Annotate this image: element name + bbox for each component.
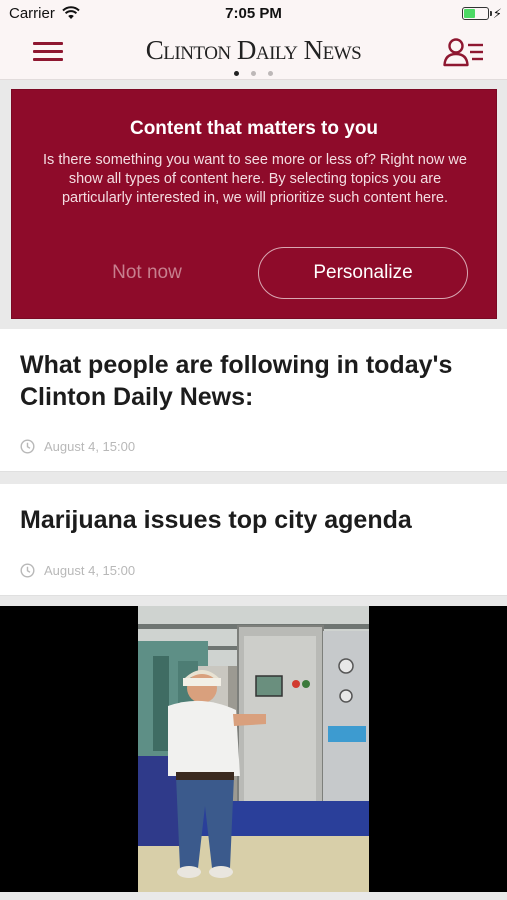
- prompt-title: Content that matters to you: [129, 118, 379, 139]
- clock-time: 7:05 PM: [225, 5, 282, 22]
- article-title: What people are following in today's Cli…: [20, 351, 453, 411]
- page-dot-active: [234, 71, 239, 76]
- article-photo: [138, 606, 369, 892]
- timestamp-text: August 4, 15:00: [44, 439, 136, 454]
- clock-icon: [20, 439, 35, 454]
- personalization-prompt: Content that matters to you Is there som…: [11, 89, 497, 319]
- page-dot: [251, 71, 256, 76]
- profile-list-icon[interactable]: [443, 37, 485, 67]
- battery-cap: [490, 11, 492, 16]
- article-timestamp: August 4, 15:00: [20, 563, 135, 578]
- clock-icon: [20, 563, 35, 578]
- status-bar: Carrier 7:05 PM ⚡︎: [0, 0, 507, 28]
- article-card[interactable]: Marijuana issues top city agenda August …: [0, 484, 507, 596]
- page-indicator: [0, 69, 507, 76]
- timestamp-text: August 4, 15:00: [44, 563, 136, 578]
- article-image-container[interactable]: [0, 606, 507, 892]
- top-navigation: Clinton Daily News: [0, 28, 507, 80]
- prompt-description: Is there something you want to see more …: [43, 152, 467, 206]
- battery-icon: [462, 7, 489, 20]
- page-dot: [268, 71, 273, 76]
- article-card[interactable]: What people are following in today's Cli…: [0, 329, 507, 472]
- not-now-button[interactable]: Not now: [67, 247, 227, 299]
- app-logo: Clinton Daily News: [145, 35, 362, 65]
- article-timestamp: August 4, 15:00: [20, 439, 135, 454]
- article-title: Marijuana issues top city agenda: [20, 506, 412, 534]
- battery-level: [464, 9, 475, 18]
- personalize-button[interactable]: Personalize: [258, 247, 468, 299]
- charging-bolt-icon: ⚡︎: [492, 6, 502, 21]
